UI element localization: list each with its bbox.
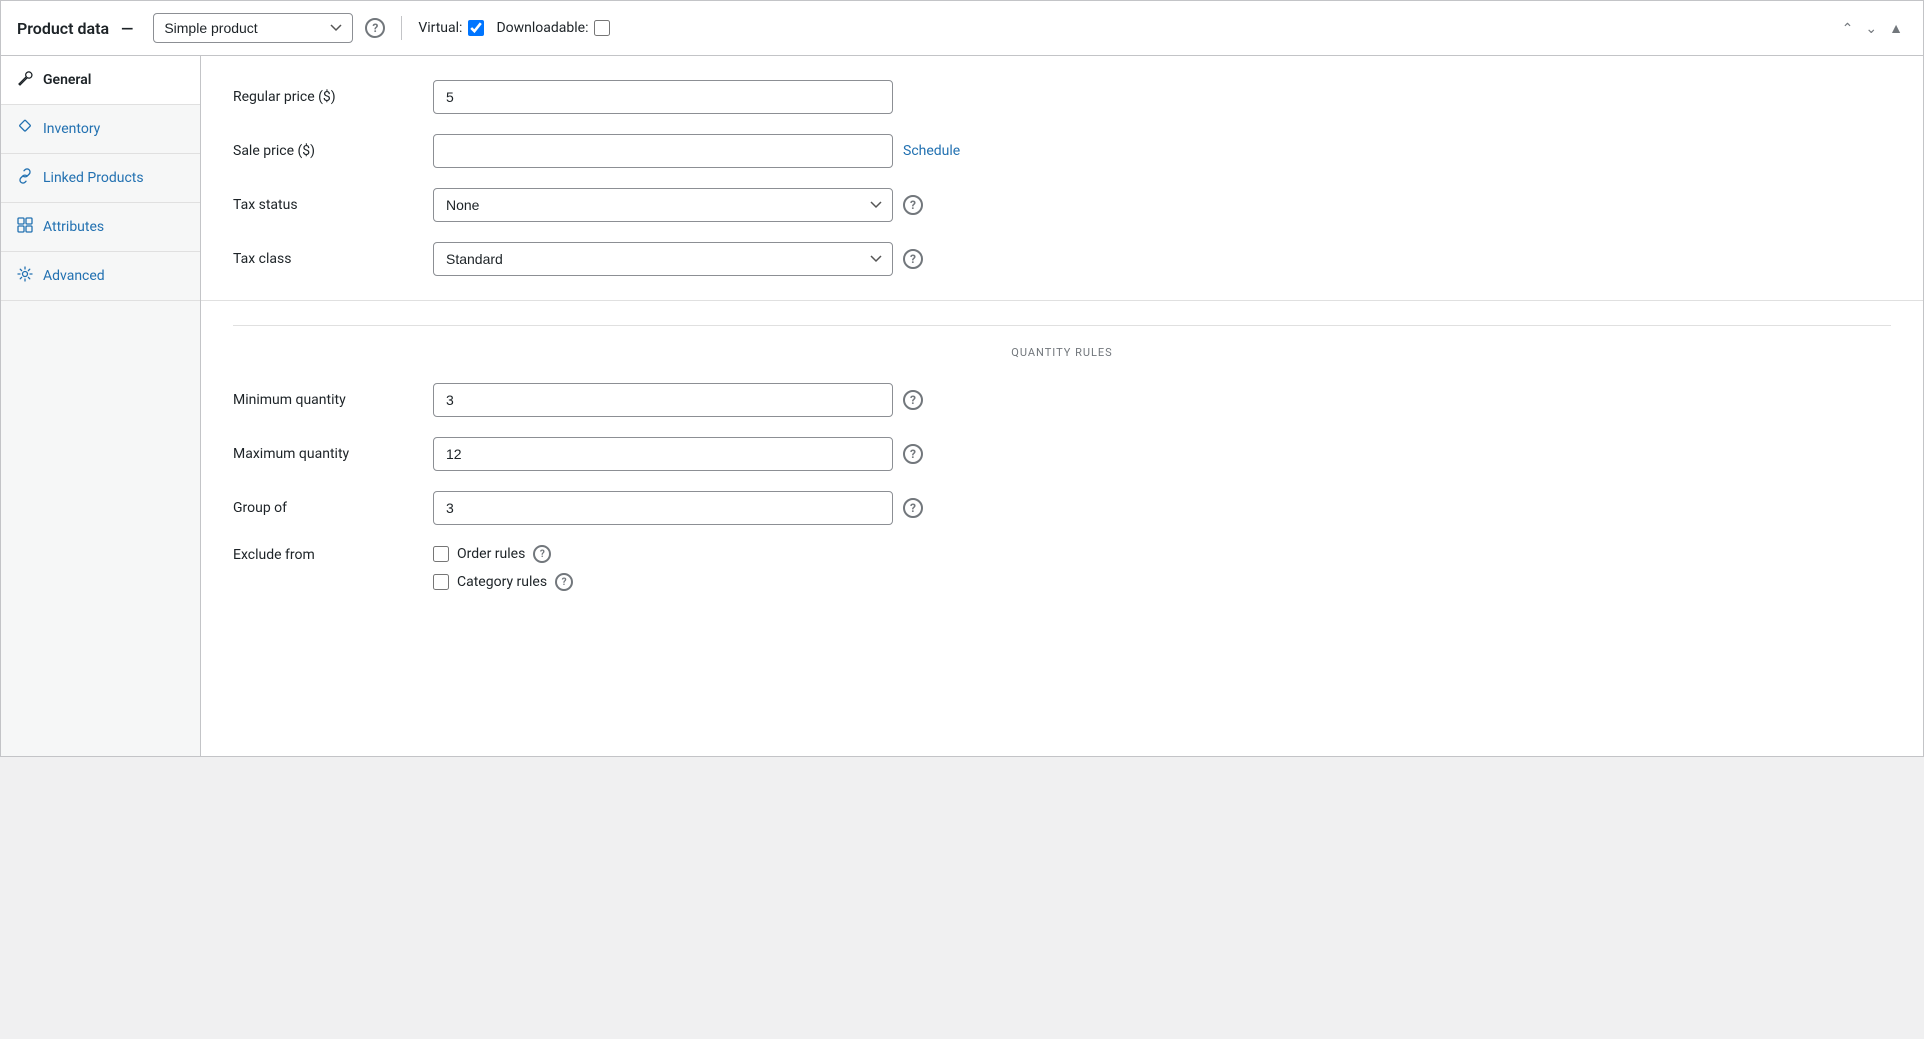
min-qty-input-wrap: ? — [433, 383, 1891, 417]
sidebar-label-general: General — [43, 72, 91, 88]
general-section: Regular price ($) Sale price ($) Schedul… — [201, 56, 1923, 301]
category-rules-row: Category rules ? — [433, 573, 573, 591]
schedule-link[interactable]: Schedule — [903, 143, 960, 159]
tax-status-row: Tax status None Taxable Shipping only ? — [233, 188, 1891, 222]
gear-icon — [17, 266, 33, 286]
regular-price-row: Regular price ($) — [233, 80, 1891, 114]
exclude-from-row: Exclude from Order rules ? Category rule… — [233, 545, 1891, 591]
min-qty-row: Minimum quantity ? — [233, 383, 1891, 417]
sidebar-item-general[interactable]: General — [1, 56, 200, 105]
min-qty-input[interactable] — [433, 383, 893, 417]
sale-price-input-wrap: Schedule — [433, 134, 1891, 168]
tax-status-label: Tax status — [233, 197, 433, 213]
sidebar-label-inventory: Inventory — [43, 121, 100, 137]
product-type-select[interactable]: Simple product — [153, 13, 353, 43]
group-of-input-wrap: ? — [433, 491, 1891, 525]
quantity-rules-section: QUANTITY RULES Minimum quantity ? Maximu… — [201, 301, 1923, 615]
sidebar-item-inventory[interactable]: Inventory — [1, 105, 200, 154]
max-qty-row: Maximum quantity ? — [233, 437, 1891, 471]
sidebar-label-attributes: Attributes — [43, 219, 104, 235]
tax-class-row: Tax class Standard Reduced rate Zero rat… — [233, 242, 1891, 276]
max-qty-input-wrap: ? — [433, 437, 1891, 471]
category-rules-label: Category rules — [457, 574, 547, 590]
virtual-label: Virtual: — [418, 20, 484, 36]
max-qty-input[interactable] — [433, 437, 893, 471]
arrow-up-btn[interactable]: ⌃ — [1838, 17, 1858, 39]
panel-body: General Inventory Linked Products — [1, 56, 1923, 756]
group-of-label: Group of — [233, 500, 433, 516]
min-qty-label: Minimum quantity — [233, 392, 433, 408]
tax-class-select[interactable]: Standard Reduced rate Zero rate — [433, 242, 893, 276]
category-rules-checkbox[interactable] — [433, 574, 449, 590]
help-icon-tax-status[interactable]: ? — [903, 195, 923, 215]
tax-class-input-wrap: Standard Reduced rate Zero rate ? — [433, 242, 1891, 276]
sidebar: General Inventory Linked Products — [1, 56, 201, 756]
section-label-qty: QUANTITY RULES — [233, 325, 1891, 359]
sidebar-label-linked-products: Linked Products — [43, 170, 144, 186]
tax-status-input-wrap: None Taxable Shipping only ? — [433, 188, 1891, 222]
panel-header: Product data — Simple product ? Virtual:… — [1, 1, 1923, 56]
downloadable-label: Downloadable: — [496, 20, 610, 36]
order-rules-row: Order rules ? — [433, 545, 573, 563]
sidebar-item-attributes[interactable]: Attributes — [1, 203, 200, 252]
arrow-expand-btn[interactable]: ▲ — [1885, 17, 1907, 39]
help-icon-header[interactable]: ? — [365, 18, 385, 38]
main-content: Regular price ($) Sale price ($) Schedul… — [201, 56, 1923, 756]
header-arrows: ⌃ ⌄ ▲ — [1838, 17, 1907, 39]
help-icon-tax-class[interactable]: ? — [903, 249, 923, 269]
arrow-down-btn[interactable]: ⌄ — [1861, 17, 1881, 39]
link-icon — [17, 168, 33, 188]
order-rules-label: Order rules — [457, 546, 525, 562]
exclude-from-label: Exclude from — [233, 545, 433, 563]
max-qty-label: Maximum quantity — [233, 446, 433, 462]
help-icon-max-qty[interactable]: ? — [903, 444, 923, 464]
help-icon-category-rules[interactable]: ? — [555, 573, 573, 591]
virtual-checkbox[interactable] — [468, 20, 484, 36]
regular-price-input[interactable] — [433, 80, 893, 114]
sale-price-input[interactable] — [433, 134, 893, 168]
product-data-panel: Product data — Simple product ? Virtual:… — [0, 0, 1924, 757]
tax-status-select[interactable]: None Taxable Shipping only — [433, 188, 893, 222]
sale-price-label: Sale price ($) — [233, 143, 433, 159]
grid-icon — [17, 217, 33, 237]
regular-price-label: Regular price ($) — [233, 89, 433, 105]
regular-price-input-wrap — [433, 80, 1891, 114]
divider — [401, 16, 402, 40]
panel-title: Product data — — [17, 19, 141, 38]
wrench-icon — [17, 70, 33, 90]
sale-price-row: Sale price ($) Schedule — [233, 134, 1891, 168]
sidebar-label-advanced: Advanced — [43, 268, 105, 284]
diamond-icon — [17, 119, 33, 139]
help-icon-group-of[interactable]: ? — [903, 498, 923, 518]
exclude-from-wrap: Order rules ? Category rules ? — [433, 545, 573, 591]
group-of-input[interactable] — [433, 491, 893, 525]
sidebar-item-linked-products[interactable]: Linked Products — [1, 154, 200, 203]
help-icon-min-qty[interactable]: ? — [903, 390, 923, 410]
tax-class-label: Tax class — [233, 251, 433, 267]
order-rules-checkbox[interactable] — [433, 546, 449, 562]
sidebar-item-advanced[interactable]: Advanced — [1, 252, 200, 301]
help-icon-order-rules[interactable]: ? — [533, 545, 551, 563]
group-of-row: Group of ? — [233, 491, 1891, 525]
downloadable-checkbox[interactable] — [594, 20, 610, 36]
